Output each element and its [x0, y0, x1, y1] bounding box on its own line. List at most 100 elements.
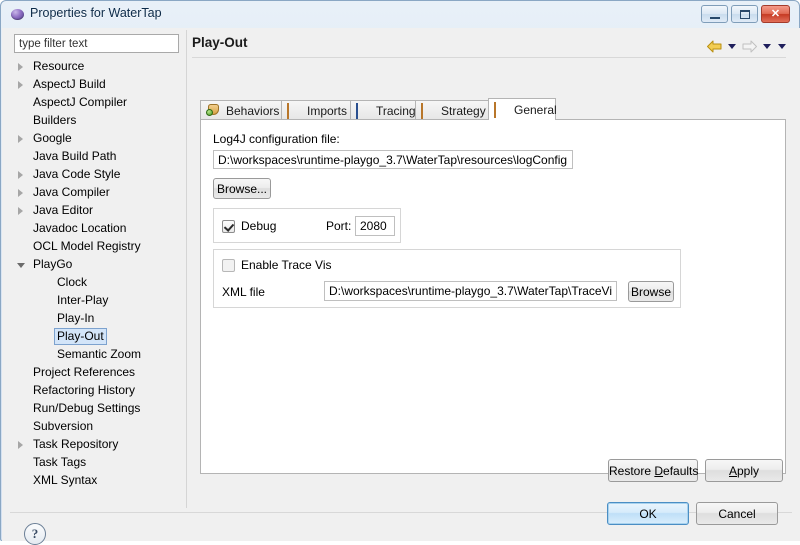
tree-expand-arrow-right-icon[interactable] [18, 207, 23, 215]
tree-item-label: PlayGo [33, 257, 73, 271]
tree-item-label: AspectJ Compiler [33, 95, 128, 109]
tree-item-label: Java Build Path [33, 149, 117, 163]
tree-expand-arrow-down-icon[interactable] [17, 263, 25, 268]
tree-expand-arrow-right-icon[interactable] [18, 171, 23, 179]
tree-item-inter-play[interactable]: Inter-Play [14, 292, 182, 310]
xml-file-input[interactable] [324, 281, 617, 301]
tree-item-label: Play-In [57, 311, 95, 325]
tree-item-java-build-path[interactable]: Java Build Path [14, 148, 182, 166]
cancel-button[interactable]: Cancel [696, 502, 778, 525]
filter-input[interactable] [14, 34, 179, 53]
tree-item-play-out[interactable]: Play-Out [14, 328, 182, 346]
tree-item-label: Clock [57, 275, 88, 289]
header-separator [192, 57, 786, 58]
tree-item-run-debug-settings[interactable]: Run/Debug Settings [14, 400, 182, 418]
tree-item-aspectj-compiler[interactable]: AspectJ Compiler [14, 94, 182, 112]
tab-tracing[interactable]: Tracing [350, 100, 416, 120]
trace-vis-browse-button[interactable]: Browse [628, 281, 674, 302]
tree-item-label: Resource [33, 59, 85, 73]
log4j-config-input[interactable] [213, 150, 573, 169]
tab-label: Behaviors [226, 103, 280, 118]
minimize-icon [710, 17, 720, 19]
tree-item-java-compiler[interactable]: Java Compiler [14, 184, 182, 202]
restore-defaults-label-post: efaults [663, 464, 699, 478]
tree-item-resource[interactable]: Resource [14, 58, 182, 76]
tree-expand-arrow-right-icon[interactable] [18, 135, 23, 143]
tab-label: General [514, 102, 557, 117]
tab-folder[interactable]: Behaviors Imports Tracing Strategy General [200, 98, 786, 120]
tree-item-label: Subversion [33, 419, 94, 433]
log4j-browse-button[interactable]: Browse... [213, 178, 271, 199]
tab-label: Tracing [376, 103, 416, 118]
tree-expand-arrow-right-icon[interactable] [18, 81, 23, 89]
maximize-button[interactable] [731, 5, 758, 23]
tracing-icon [356, 102, 371, 119]
preferences-tree[interactable]: Resource AspectJ Build AspectJ Compiler Bui… [14, 58, 182, 506]
tree-item-semantic-zoom[interactable]: Semantic Zoom [14, 346, 182, 364]
debug-checkbox-label: Debug [241, 219, 277, 233]
panel-divider [186, 30, 187, 508]
tree-item-refactoring-history[interactable]: Refactoring History [14, 382, 182, 400]
tree-item-java-editor[interactable]: Java Editor [14, 202, 182, 220]
grid-icon [494, 101, 509, 118]
trace-vis-group: Enable Trace Vis XML file Browse [213, 249, 681, 308]
restore-defaults-mnemonic: D [654, 464, 664, 478]
apply-button[interactable]: Apply [705, 459, 783, 482]
tree-item-xml-syntax[interactable]: XML Syntax [14, 472, 182, 490]
tree-item-subversion[interactable]: Subversion [14, 418, 182, 436]
back-arrow-icon[interactable] [706, 39, 723, 54]
tree-item-task-repository[interactable]: Task Repository [14, 436, 182, 454]
enable-trace-vis-label: Enable Trace Vis [241, 258, 332, 272]
ok-button[interactable]: OK [607, 502, 689, 525]
tree-item-javadoc-location[interactable]: Javadoc Location [14, 220, 182, 238]
tree-item-label: Task Repository [33, 437, 119, 451]
tree-item-task-tags[interactable]: Task Tags [14, 454, 182, 472]
tree-item-play-in[interactable]: Play-In [14, 310, 182, 328]
tree-item-label: Task Tags [33, 455, 87, 469]
tab-label: Strategy [441, 103, 486, 118]
tree-item-builders[interactable]: Builders [14, 112, 182, 130]
tree-item-label: Java Editor [33, 203, 94, 217]
xml-file-label: XML file [222, 285, 265, 299]
tree-item-label: Java Code Style [33, 167, 121, 181]
eclipse-sphere-icon [11, 8, 25, 21]
close-button[interactable]: ✕ [761, 5, 790, 23]
back-menu-chevron-down-icon[interactable] [728, 43, 736, 49]
tree-item-ocl-model-registry[interactable]: OCL Model Registry [14, 238, 182, 256]
tree-item-playgo[interactable]: PlayGo [14, 256, 182, 274]
enable-trace-vis-checkbox[interactable] [222, 259, 235, 272]
tree-item-clock[interactable]: Clock [14, 274, 182, 292]
tree-expand-arrow-right-icon[interactable] [18, 189, 23, 197]
maximize-icon [740, 10, 750, 19]
properties-dialog-window: Properties for WaterTap ✕ Resource Aspect… [0, 0, 800, 545]
tab-general[interactable]: General [488, 98, 557, 120]
tree-item-label: Run/Debug Settings [33, 401, 141, 415]
forward-menu-chevron-down-icon[interactable] [763, 43, 771, 49]
log4j-config-label: Log4J configuration file: [213, 132, 340, 146]
tab-imports[interactable]: Imports [281, 100, 351, 120]
page-menu-chevron-down-icon[interactable] [778, 43, 786, 49]
tree-item-label: Project References [33, 365, 136, 379]
tab-strategy[interactable]: Strategy [415, 100, 489, 120]
forward-arrow-icon [741, 39, 758, 54]
tree-item-google[interactable]: Google [14, 130, 182, 148]
minimize-button[interactable] [701, 5, 728, 23]
port-input[interactable] [355, 216, 395, 236]
tab-label: Imports [307, 103, 348, 118]
close-icon: ✕ [770, 7, 781, 20]
debug-checkbox[interactable] [222, 220, 235, 233]
window-title: Properties for WaterTap [30, 6, 162, 20]
grid-icon [287, 102, 302, 119]
page-navigation-bar [706, 37, 788, 55]
tab-behaviors[interactable]: Behaviors [200, 100, 282, 120]
tree-expand-arrow-right-icon[interactable] [18, 63, 23, 71]
tree-item-label: AspectJ Build [33, 77, 106, 91]
tree-item-aspectj-build[interactable]: AspectJ Build [14, 76, 182, 94]
tree-item-label: Google [33, 131, 72, 145]
help-button[interactable]: ? [24, 523, 46, 545]
restore-defaults-button[interactable]: Restore Defaults [608, 459, 698, 482]
tree-item-project-references[interactable]: Project References [14, 364, 182, 382]
debug-group: Debug Port: [213, 208, 401, 243]
tree-item-java-code-style[interactable]: Java Code Style [14, 166, 182, 184]
tree-expand-arrow-right-icon[interactable] [18, 441, 23, 449]
